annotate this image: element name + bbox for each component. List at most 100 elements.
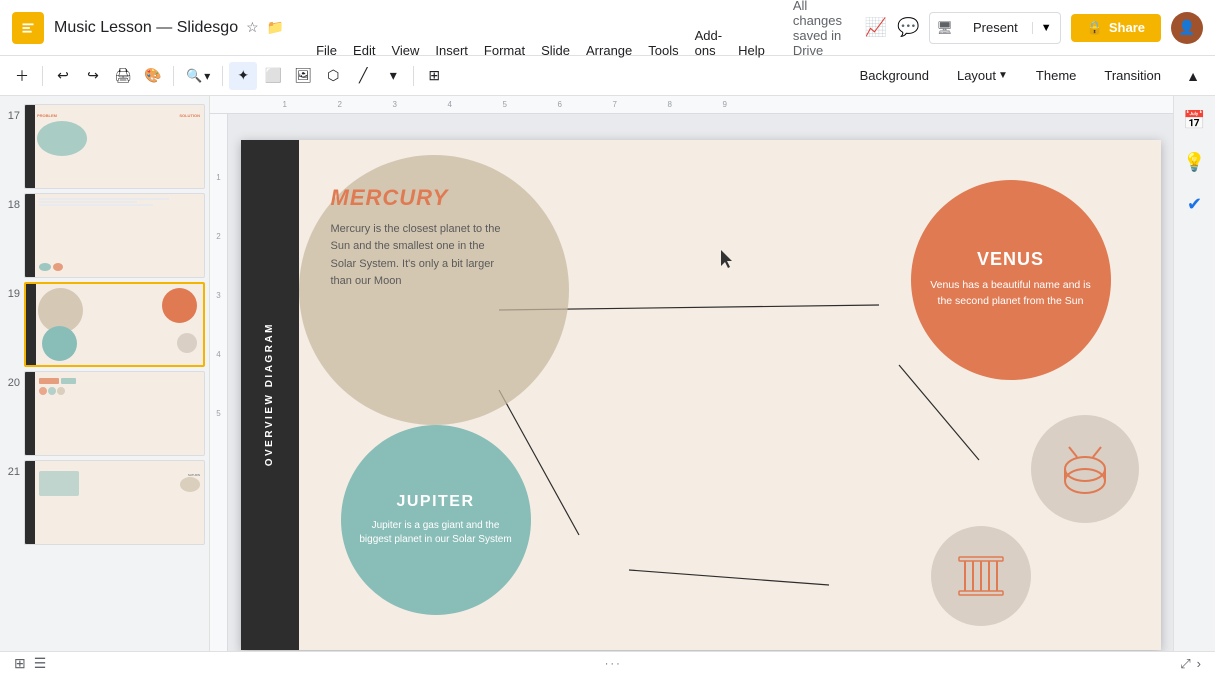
tasks-icon[interactable]: ✔: [1181, 190, 1209, 218]
doc-title: Music Lesson — Slidesgo: [54, 19, 238, 37]
menu-arrange[interactable]: Arrange: [578, 39, 640, 62]
undo-button[interactable]: ↩: [49, 62, 77, 90]
right-icons-panel: 📅 💡 ✔: [1173, 96, 1215, 675]
drum-icon: [1059, 443, 1111, 495]
slide-preview-19: [24, 282, 205, 367]
transition-button[interactable]: Transition: [1094, 64, 1171, 87]
right-controls: 📈 💬 🖥 Present ▼ 🔒 Share 👤: [865, 12, 1203, 44]
slide-number-21: 21: [4, 466, 20, 478]
slide-thumb-17[interactable]: 17 PROBLEM SOLUTION: [4, 104, 205, 189]
slide-preview-20: [24, 371, 205, 456]
icon-circle-1[interactable]: [1031, 415, 1139, 523]
slide-number-18: 18: [4, 199, 20, 211]
columns-icon: [955, 551, 1007, 601]
slide-thumb-19[interactable]: 19: [4, 282, 205, 367]
menu-tools[interactable]: Tools: [640, 39, 686, 62]
trending-icon[interactable]: 📈: [865, 17, 887, 38]
slide-thumb-18[interactable]: 18: [4, 193, 205, 278]
slide-preview-17: PROBLEM SOLUTION: [24, 104, 205, 189]
user-avatar[interactable]: 👤: [1171, 12, 1203, 44]
calendar-icon[interactable]: 📅: [1181, 106, 1209, 134]
separator1: [42, 66, 43, 86]
slide-preview-18: [24, 193, 205, 278]
present-dropdown-icon[interactable]: ▼: [1032, 22, 1060, 34]
menu-slide[interactable]: Slide: [533, 39, 578, 62]
expand-icon[interactable]: ⤢: [1180, 656, 1190, 672]
image-tool[interactable]: 🖼: [289, 62, 317, 90]
title-area: Music Lesson — Slidesgo ☆ 📁: [54, 19, 284, 37]
lightbulb-icon[interactable]: 💡: [1181, 148, 1209, 176]
menu-file[interactable]: File: [308, 39, 345, 62]
menu-edit[interactable]: Edit: [345, 39, 383, 62]
collapse-panel-button[interactable]: ▲: [1179, 62, 1207, 90]
menu-insert[interactable]: Insert: [427, 39, 476, 62]
menu-bar: File Edit View Insert Format Slide Arran…: [308, 0, 865, 62]
app-icon[interactable]: [12, 12, 44, 44]
shape-tool[interactable]: ⬡: [319, 62, 347, 90]
present-label: Present: [959, 20, 1032, 35]
jupiter-body: Jupiter is a gas giant and the biggest p…: [341, 519, 531, 547]
menu-addons[interactable]: Add-ons: [687, 24, 730, 62]
overview-diagram-label: OVERVIEW DIAGRAM: [264, 322, 275, 466]
jupiter-circle[interactable]: JUPITER Jupiter is a gas giant and the b…: [341, 425, 531, 615]
print-button[interactable]: 🖨: [109, 62, 137, 90]
mercury-text-area[interactable]: MERCURY Mercury is the closest planet to…: [331, 185, 506, 291]
autosave-text: All changes saved in Drive: [785, 0, 865, 62]
bottom-left: ⊞ ☰: [14, 655, 46, 672]
zoom-value: ▾: [204, 69, 210, 83]
slide-number-19: 19: [4, 288, 20, 300]
main-area: 17 PROBLEM SOLUTION 18: [0, 96, 1215, 675]
slide-preview-21: SATURN: [24, 460, 205, 545]
menu-help[interactable]: Help: [730, 39, 773, 62]
line-tool[interactable]: ╱: [349, 62, 377, 90]
background-button[interactable]: Background: [850, 64, 939, 87]
extra-tool[interactable]: ⊞: [420, 62, 448, 90]
select-tool[interactable]: ✦: [229, 62, 257, 90]
more-tools[interactable]: ▾: [379, 62, 407, 90]
chevron-right-icon[interactable]: ›: [1197, 656, 1201, 671]
add-slide-button[interactable]: ＋: [8, 62, 36, 90]
separator2: [173, 66, 174, 86]
text-box-tool[interactable]: ⬜: [259, 62, 287, 90]
top-bar: Music Lesson — Slidesgo ☆ 📁 File Edit Vi…: [0, 0, 1215, 56]
ruler-vertical: 1 2 3 4 5: [210, 114, 228, 675]
slide-thumb-20[interactable]: 20: [4, 371, 205, 456]
present-screen-icon: 🖥: [930, 20, 959, 36]
zoom-icon: 🔍: [186, 68, 202, 84]
venus-title: VENUS: [977, 249, 1044, 270]
bottom-center: ···: [58, 658, 1168, 670]
separator3: [222, 66, 223, 86]
star-icon[interactable]: ☆: [246, 19, 259, 36]
separator4: [413, 66, 414, 86]
theme-button[interactable]: Theme: [1026, 64, 1086, 87]
present-button[interactable]: 🖥 Present ▼: [929, 12, 1060, 44]
venus-circle[interactable]: VENUS Venus has a beautiful name and is …: [911, 180, 1111, 380]
jupiter-title: JUPITER: [396, 493, 474, 511]
cursor: [721, 250, 737, 270]
mercury-body: Mercury is the closest planet to the Sun…: [331, 221, 506, 291]
bottom-right: ⤢ ›: [1180, 656, 1201, 672]
slide-thumb-21[interactable]: 21 SATURN: [4, 460, 205, 545]
toolbar-row1: ＋ ↩ ↪ 🖨 🎨 🔍 ▾ ✦ ⬜ 🖼 ⬡ ╱ ▾ ⊞ Background L…: [0, 56, 1215, 96]
grid-view-button[interactable]: ⊞: [14, 655, 26, 672]
redo-button[interactable]: ↪: [79, 62, 107, 90]
share-label: Share: [1109, 20, 1145, 35]
icon-circle-2[interactable]: [931, 526, 1031, 626]
bottom-bar: ⊞ ☰ ··· ⤢ ›: [0, 651, 1215, 675]
slide-dark-sidebar: OVERVIEW DIAGRAM: [241, 140, 299, 650]
zoom-control[interactable]: 🔍 ▾: [180, 68, 216, 84]
venus-body: Venus has a beautiful name and is the se…: [911, 278, 1111, 310]
slide-canvas[interactable]: OVERVIEW DIAGRAM MERCURY Mercury is the …: [241, 140, 1161, 650]
folder-icon[interactable]: 📁: [267, 19, 284, 36]
layout-button[interactable]: Layout ▼: [947, 64, 1018, 87]
paint-format-button[interactable]: 🎨: [139, 62, 167, 90]
share-button[interactable]: 🔒 Share: [1071, 14, 1161, 42]
canvas-area: 1 2 3 4 5 6 7 8 9 1 2 3 4 5 OVERVIEW DI: [210, 96, 1173, 675]
slide-number-17: 17: [4, 110, 20, 122]
slide-number-20: 20: [4, 377, 20, 389]
menu-format[interactable]: Format: [476, 39, 533, 62]
menu-view[interactable]: View: [383, 39, 427, 62]
filmstrip-view-button[interactable]: ☰: [34, 655, 47, 672]
slide-dots: ···: [605, 658, 622, 670]
comment-icon[interactable]: 💬: [897, 17, 919, 38]
